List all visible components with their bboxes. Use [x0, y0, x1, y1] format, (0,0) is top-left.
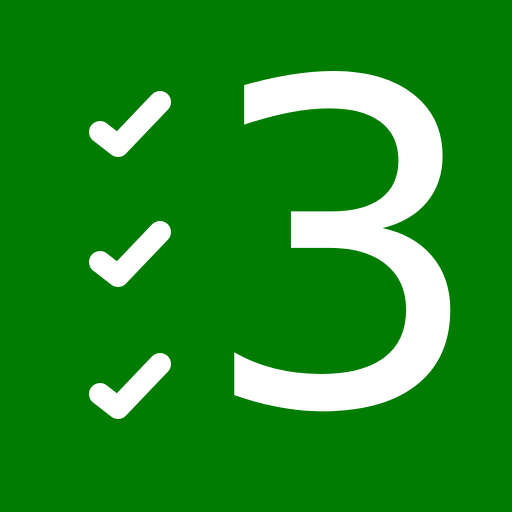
- app-icon: 3: [0, 0, 512, 512]
- big-digit-three: 3: [200, 0, 487, 512]
- checkmark-icon: [78, 212, 178, 292]
- checkmark-icon: [78, 344, 178, 424]
- checkmark-icon: [78, 82, 178, 162]
